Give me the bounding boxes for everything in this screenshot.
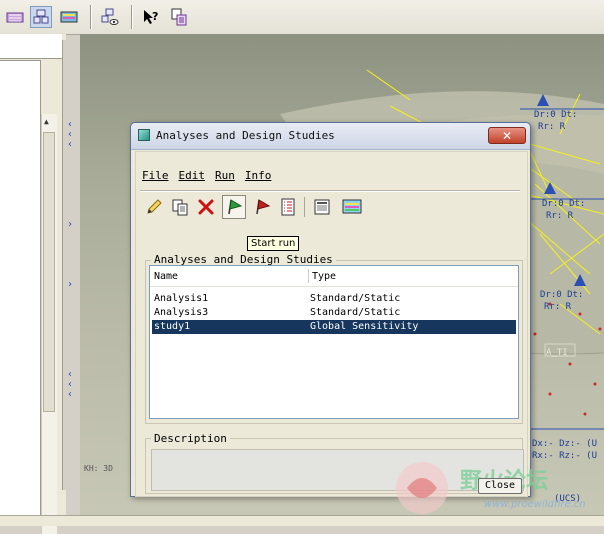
edit-pencil-icon[interactable] [142,195,166,219]
menu-edit[interactable]: Edit [179,169,206,185]
toolbar-separator [131,5,133,29]
column-divider[interactable] [308,269,309,283]
red-flag-icon [256,199,271,215]
study-name: study1 [154,321,191,332]
menu-bar: File Edit Run Info [142,169,271,185]
close-button[interactable]: Close [478,478,522,494]
copy-icon[interactable] [168,195,192,219]
view-manager-icon[interactable] [99,6,121,28]
study-type: Global Sensitivity [310,321,419,332]
status-text: KH: 3D [84,464,113,473]
studies-list[interactable]: Name Type Analysis1 Standard/Static Anal… [149,265,519,419]
constraint-label: Dr:0 Dt: [542,199,586,209]
column-name-header[interactable]: Name [154,271,178,282]
sash-arrows-icon: › [67,279,74,290]
context-help-icon[interactable]: ? [140,6,162,28]
list-item-selected[interactable]: study1 Global Sensitivity [152,320,516,334]
status-list-icon[interactable] [276,195,300,219]
sash-strip[interactable]: ‹ ‹ ‹ › › ‹ ‹ ‹ [62,40,81,490]
display-results-icon[interactable] [340,195,364,219]
menu-run[interactable]: Run [215,169,235,185]
menu-info[interactable]: Info [245,169,272,185]
constraint-label: Dx:- Dz:- (U [532,439,598,449]
constraint-label: Rr: R [546,211,574,221]
constraint-label: Dr:0 Dt: [534,110,578,120]
pattern-icon[interactable] [4,6,26,28]
dialog-body: File Edit Run Info Analyses and Design S… [135,151,528,497]
scroll-thumb[interactable] [43,132,55,412]
start-run-button[interactable] [222,195,246,219]
list-header: Name Type [150,266,518,287]
model-tree-scrollbar[interactable]: ▲ ▼ [41,114,57,534]
model-tree-area[interactable] [0,60,41,516]
study-name: Analysis3 [154,307,209,318]
stop-run-button[interactable] [250,195,274,219]
model-tree-icon[interactable] [168,6,190,28]
menu-info-label: Info [244,169,272,182]
appearance-icon[interactable] [58,6,80,28]
menu-edit-label: Edit [178,169,206,182]
app-icon [138,129,150,141]
column-type-header[interactable]: Type [312,271,336,282]
results-icon[interactable] [310,195,334,219]
scroll-up-icon[interactable]: ▲ [44,117,49,126]
toolbar-separator [304,197,305,217]
green-flag-icon [228,199,243,215]
dialog-title: Analyses and Design Studies [156,129,335,142]
study-type: Standard/Static [310,307,401,318]
close-window-button[interactable]: ✕ [488,127,526,144]
constraint-label: Rr: R [544,302,572,312]
axis-label: A_TI [546,348,568,358]
dialog-titlebar[interactable]: Analyses and Design Studies ✕ [131,123,530,150]
study-name: Analysis1 [154,293,209,304]
feature-icon[interactable] [30,6,52,28]
description-label: Description [151,432,230,445]
sash-arrows-icon: ‹ ‹ ‹ [67,119,74,150]
study-type: Standard/Static [310,293,401,304]
list-item[interactable]: Analysis3 Standard/Static [152,306,516,320]
menu-separator [140,190,520,192]
list-item[interactable]: Analysis1 Standard/Static [152,292,516,306]
tooltip: Start run [247,236,300,251]
toolbar-separator [90,5,92,29]
model-tree-header [0,34,62,59]
constraint-label: Dr:0 Dt: [540,290,584,300]
menu-file-label: File [142,169,169,182]
constraint-label: Rr: R [538,122,566,132]
sash-arrows-icon: ‹ ‹ ‹ [67,369,74,400]
main-toolbar: ? [0,0,604,35]
model-tree-panel: ▲ ▼ [0,34,66,534]
analyses-dialog: Analyses and Design Studies ✕ File Edit … [130,122,531,497]
menu-run-label: Run [215,169,235,182]
svg-text:www.proewildfire.cn: www.proewildfire.cn [484,499,586,510]
svg-text:?: ? [152,10,158,23]
menu-file[interactable]: File [142,169,169,185]
close-icon: ✕ [501,129,513,143]
delete-icon[interactable] [194,195,218,219]
sash-arrows-icon: › [67,219,74,230]
